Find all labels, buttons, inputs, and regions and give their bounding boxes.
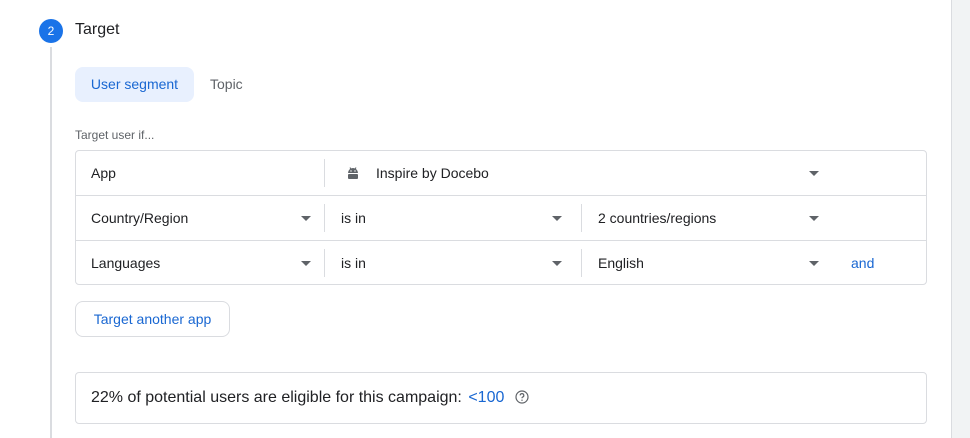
condition-value-select[interactable]: 2 countries/regions bbox=[598, 196, 716, 240]
condition-field-label: App bbox=[91, 165, 116, 181]
android-icon bbox=[348, 167, 358, 179]
tab-topic[interactable]: Topic bbox=[210, 67, 243, 102]
step-connector-line bbox=[50, 47, 52, 438]
eligibility-text: 22% of potential users are eligible for … bbox=[91, 389, 462, 406]
condition-row-country: Country/Region is in 2 countries/regions bbox=[76, 195, 926, 240]
condition-operator-select[interactable]: is in bbox=[341, 196, 366, 240]
app-select-value[interactable]: Inspire by Docebo bbox=[376, 151, 489, 195]
tab-user-segment[interactable]: User segment bbox=[75, 67, 194, 102]
chevron-down-icon[interactable] bbox=[301, 261, 311, 266]
chevron-down-icon[interactable] bbox=[809, 261, 819, 266]
help-circle-icon[interactable] bbox=[515, 390, 529, 404]
condition-row-languages: Languages is in English and bbox=[76, 240, 926, 285]
step-title: Target bbox=[75, 21, 120, 38]
chevron-down-icon[interactable] bbox=[552, 261, 562, 266]
column-divider bbox=[324, 159, 325, 187]
eligibility-summary: 22% of potential users are eligible for … bbox=[75, 372, 927, 424]
campaign-card: 2 Target User segment Topic Target user … bbox=[0, 0, 952, 438]
condition-row-app: App Inspire by Docebo bbox=[76, 151, 926, 196]
column-divider bbox=[324, 204, 325, 232]
eligibility-count-link[interactable]: <100 bbox=[468, 389, 504, 406]
chevron-down-icon[interactable] bbox=[552, 216, 562, 221]
column-divider bbox=[324, 249, 325, 277]
column-divider bbox=[581, 204, 582, 232]
condition-field-select[interactable]: Languages bbox=[91, 241, 160, 285]
condition-field-select[interactable]: Country/Region bbox=[91, 196, 188, 240]
step-number-badge: 2 bbox=[39, 19, 63, 43]
chevron-down-icon[interactable] bbox=[301, 216, 311, 221]
conditions-table: App Inspire by Docebo Country/Region is … bbox=[75, 150, 927, 285]
target-user-label: Target user if... bbox=[75, 128, 155, 142]
chevron-down-icon[interactable] bbox=[809, 216, 819, 221]
and-condition-link[interactable]: and bbox=[851, 241, 874, 285]
condition-value-select[interactable]: English bbox=[598, 241, 644, 285]
target-another-app-button[interactable]: Target another app bbox=[75, 301, 230, 337]
column-divider bbox=[581, 249, 582, 277]
condition-operator-select[interactable]: is in bbox=[341, 241, 366, 285]
chevron-down-icon[interactable] bbox=[809, 171, 819, 176]
